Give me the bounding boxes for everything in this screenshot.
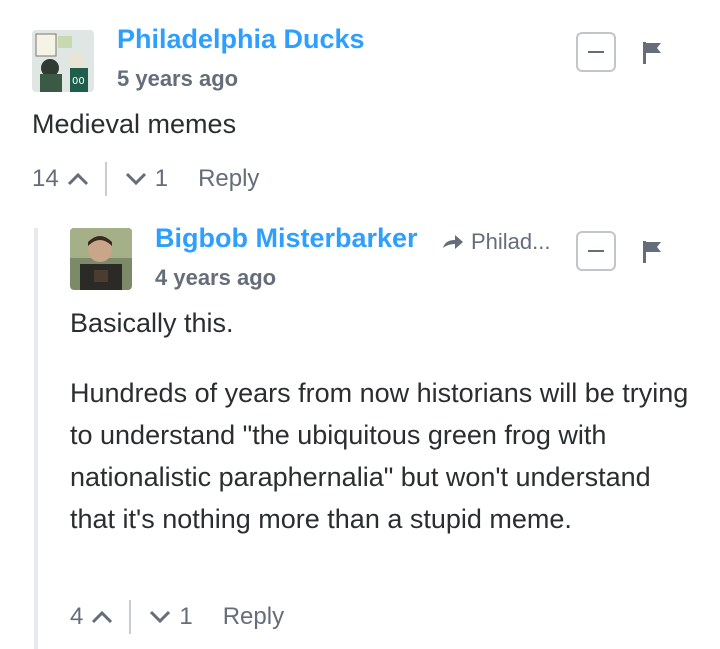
vote-divider <box>129 600 132 634</box>
upvote-button[interactable] <box>91 603 113 631</box>
comment-body: Medieval memes <box>32 103 672 145</box>
svg-text:00: 00 <box>72 76 85 87</box>
chevron-up-icon <box>92 610 113 624</box>
flag-icon[interactable] <box>643 42 663 64</box>
vote-divider <box>104 162 107 196</box>
thread-line <box>34 228 38 649</box>
timestamp[interactable]: 4 years ago <box>155 265 276 291</box>
collapse-button[interactable] <box>576 231 616 271</box>
downvote-button[interactable] <box>125 165 147 193</box>
author-name[interactable]: Philadelphia Ducks <box>117 24 365 55</box>
downvote-button[interactable] <box>149 603 171 631</box>
downvote-count: 1 <box>154 165 169 192</box>
reply-button[interactable]: Reply <box>223 603 284 631</box>
comment-paragraph: Medieval memes <box>32 109 237 139</box>
reply-button[interactable]: Reply <box>198 165 259 193</box>
chevron-down-icon <box>150 610 171 624</box>
comment-footer: 14 1 Reply <box>32 162 259 196</box>
comment-footer: 4 1 Reply <box>70 600 284 634</box>
minus-icon <box>588 51 604 53</box>
comment-paragraph: Hundreds of years from now historians wi… <box>70 378 689 534</box>
reply-to-name: Philad... <box>471 229 551 254</box>
collapse-button[interactable] <box>576 32 616 72</box>
flag-icon[interactable] <box>643 241 663 263</box>
minus-icon <box>588 250 604 252</box>
comment-paragraph: Basically this. <box>70 308 234 338</box>
reply-to-link[interactable]: Philad... <box>441 229 551 255</box>
avatar[interactable] <box>70 228 132 290</box>
timestamp[interactable]: 5 years ago <box>117 66 238 92</box>
avatar[interactable]: 00 <box>32 30 94 92</box>
comment-body: Basically this. Hundreds of years from n… <box>70 302 700 540</box>
chevron-down-icon <box>125 172 146 186</box>
author-name[interactable]: Bigbob Misterbarker <box>155 223 418 254</box>
upvote-count: 14 <box>32 165 59 192</box>
upvote-count: 4 <box>70 603 84 630</box>
arrow-right-icon <box>443 235 463 249</box>
upvote-button[interactable] <box>67 165 89 193</box>
chevron-up-icon <box>67 172 88 186</box>
downvote-count: 1 <box>179 603 193 630</box>
